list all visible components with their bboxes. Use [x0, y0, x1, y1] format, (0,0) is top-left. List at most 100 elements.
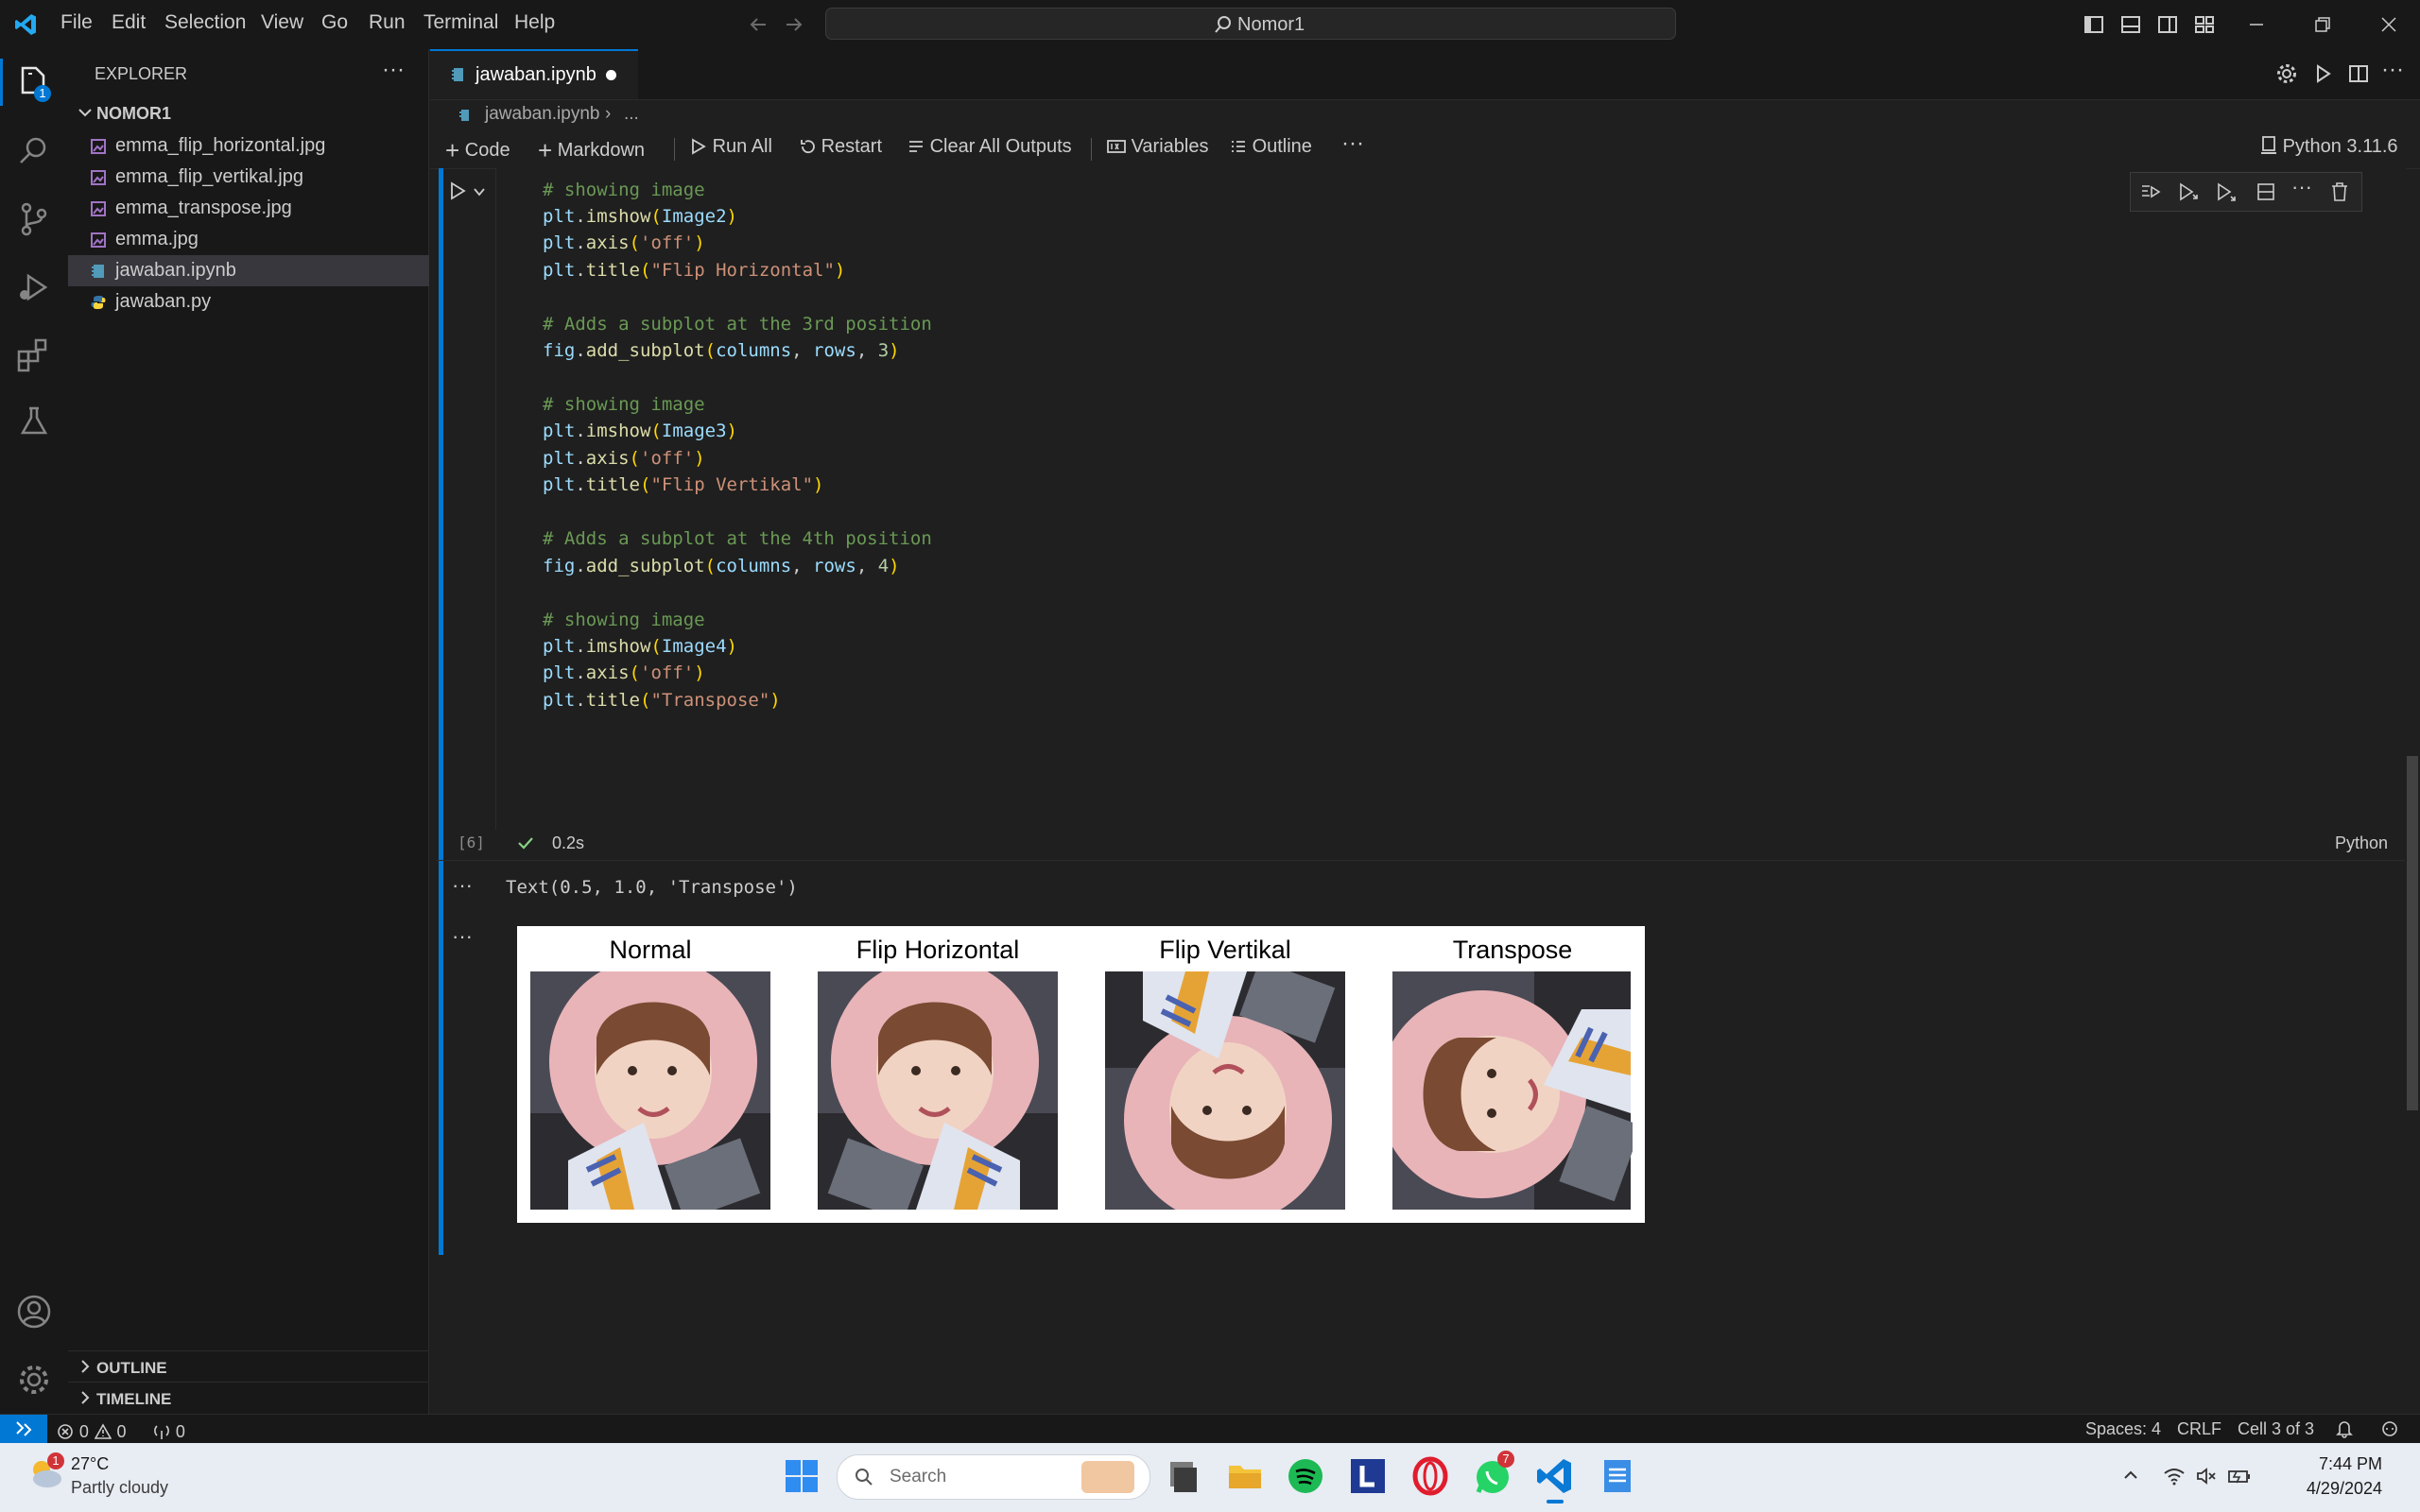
menu-view[interactable]: View — [261, 11, 303, 34]
problems-status[interactable]: 0 0 — [57, 1420, 127, 1443]
restart-button[interactable]: Restart — [799, 136, 882, 158]
eol-status[interactable]: CRLF — [2177, 1419, 2221, 1439]
close-icon[interactable] — [2378, 14, 2399, 35]
task-view-icon[interactable] — [1161, 1454, 1204, 1498]
breadcrumb-more[interactable]: ... — [624, 104, 639, 125]
whatsapp-icon[interactable]: 7 — [1471, 1451, 1514, 1498]
forward-arrow-icon[interactable] — [783, 13, 805, 36]
output-more-icon[interactable]: ··· — [452, 924, 473, 949]
menu-terminal[interactable]: Terminal — [424, 11, 498, 34]
kernel-picker[interactable]: Python 3.11.6 — [2260, 136, 2398, 158]
execution-duration: 0.2s — [552, 833, 585, 852]
l-app-icon[interactable] — [1346, 1454, 1390, 1498]
tab-jawaban-ipynb[interactable]: jawaban.ipynb — [430, 49, 638, 99]
customize-layout-icon[interactable] — [2194, 14, 2215, 35]
file-item[interactable]: emma.jpg — [68, 224, 429, 255]
file-label: jawaban.py — [115, 291, 212, 312]
notebook-settings-gear-icon[interactable] — [2275, 62, 2298, 85]
file-item[interactable]: emma_flip_horizontal.jpg — [68, 130, 429, 162]
opera-icon[interactable] — [1409, 1454, 1452, 1498]
timeline-section[interactable]: TIMELINE — [68, 1382, 429, 1414]
execute-options-chevron-icon[interactable] — [473, 185, 486, 198]
accounts-icon[interactable] — [13, 1291, 55, 1332]
ports-status[interactable]: 0 — [153, 1420, 185, 1443]
toggle-sidebar-icon[interactable] — [2083, 14, 2104, 35]
output-more-icon[interactable]: ··· — [452, 873, 473, 898]
breadcrumb-file[interactable]: jawaban.ipynb — [485, 104, 599, 125]
copilot-status-icon[interactable] — [2380, 1419, 2399, 1438]
run-debug-icon[interactable] — [13, 266, 55, 308]
cell-more-icon[interactable]: ··· — [2291, 175, 2312, 199]
variables-button[interactable]: Variables — [1107, 136, 1208, 158]
toggle-panel-icon[interactable] — [2120, 14, 2141, 35]
source-control-icon[interactable] — [13, 198, 55, 240]
windows-start-icon[interactable] — [780, 1454, 823, 1498]
back-arrow-icon[interactable] — [747, 13, 769, 36]
outline-section[interactable]: OUTLINE — [68, 1350, 429, 1383]
toolbar-more-icon[interactable]: ··· — [1341, 130, 1364, 157]
split-cell-icon[interactable] — [2256, 181, 2276, 202]
clear-all-outputs-button[interactable]: Clear All Outputs — [908, 136, 1072, 158]
split-editor-icon[interactable] — [2347, 62, 2370, 85]
run-file-play-icon[interactable] — [2311, 62, 2334, 85]
file-item[interactable]: emma_flip_vertikal.jpg — [68, 162, 429, 193]
extensions-icon[interactable] — [13, 335, 55, 376]
cell-language[interactable]: Python — [2335, 833, 2388, 853]
menu-go[interactable]: Go — [321, 11, 348, 34]
search-icon[interactable] — [13, 130, 55, 172]
clock-time[interactable]: 7:44 PM — [2295, 1454, 2382, 1474]
file-item-selected[interactable]: jawaban.ipynb — [68, 255, 429, 286]
run-below-icon[interactable] — [2178, 181, 2199, 202]
notepad-icon[interactable] — [1596, 1454, 1639, 1498]
code-line: fig.add_subplot(columns, rows, 4) — [543, 556, 900, 576]
delete-cell-trash-icon[interactable] — [2329, 181, 2350, 202]
restore-icon[interactable] — [2312, 14, 2333, 35]
wifi-icon[interactable] — [2163, 1466, 2186, 1486]
volume-muted-icon[interactable] — [2195, 1466, 2218, 1486]
testing-icon[interactable] — [13, 401, 55, 442]
clock-date[interactable]: 4/29/2024 — [2280, 1479, 2382, 1499]
minimize-icon[interactable] — [2246, 14, 2267, 35]
folder-nomor1[interactable]: NOMOR1 — [68, 98, 429, 129]
execute-cell-play-icon[interactable] — [448, 181, 467, 200]
notifications-bell-icon[interactable] — [2335, 1419, 2354, 1438]
vscode-taskbar-icon[interactable] — [1533, 1454, 1577, 1503]
run-cell-and-below-icon[interactable] — [2216, 181, 2237, 202]
output-figure: Normal Flip Horizontal Flip Vertikal Tra… — [517, 926, 1645, 1223]
menu-selection[interactable]: Selection — [164, 11, 246, 34]
sidebar-more-icon[interactable]: ··· — [382, 57, 405, 83]
taskbar-search-box[interactable]: Search — [837, 1454, 1150, 1500]
run-all-button[interactable]: Run All — [690, 136, 772, 158]
editor-more-icon[interactable]: ··· — [2381, 57, 2404, 83]
toggle-secondary-sidebar-icon[interactable] — [2157, 14, 2178, 35]
weather-partly-cloudy-icon[interactable]: 1 — [26, 1452, 64, 1490]
menu-file[interactable]: File — [60, 11, 93, 34]
add-markdown-cell-button[interactable]: + Markdown — [538, 136, 645, 165]
outline-button[interactable]: Outline — [1230, 136, 1312, 158]
show-hidden-icons-chevron-icon[interactable] — [2121, 1466, 2140, 1485]
file-item[interactable]: emma_transpose.jpg — [68, 193, 429, 224]
add-code-cell-button[interactable]: + Code — [445, 136, 510, 165]
battery-icon[interactable] — [2227, 1466, 2252, 1486]
editor-scrollbar[interactable] — [2407, 756, 2418, 1110]
explorer-icon[interactable]: 1 — [13, 62, 55, 104]
menu-help[interactable]: Help — [514, 11, 555, 34]
file-item[interactable]: jawaban.py — [68, 286, 429, 318]
vscode-logo-icon[interactable] — [13, 12, 38, 37]
warning-icon — [94, 1423, 112, 1439]
manage-gear-icon[interactable] — [13, 1359, 55, 1400]
weather-badge: 1 — [47, 1452, 64, 1469]
search-icon — [856, 1469, 873, 1486]
remote-indicator[interactable] — [0, 1415, 47, 1443]
file-explorer-icon[interactable] — [1223, 1454, 1267, 1498]
run-above-icon[interactable] — [2140, 181, 2161, 202]
image-file-icon — [91, 139, 106, 154]
unsaved-dot-icon[interactable] — [606, 70, 616, 80]
menu-run[interactable]: Run — [369, 11, 406, 34]
spotify-icon[interactable] — [1284, 1454, 1327, 1498]
command-center-search[interactable]: Nomor1 — [825, 8, 1676, 40]
cell-position-status[interactable]: Cell 3 of 3 — [2238, 1419, 2314, 1439]
notebook-file-icon — [451, 67, 464, 82]
indentation-status[interactable]: Spaces: 4 — [2085, 1419, 2161, 1439]
menu-edit[interactable]: Edit — [112, 11, 146, 34]
